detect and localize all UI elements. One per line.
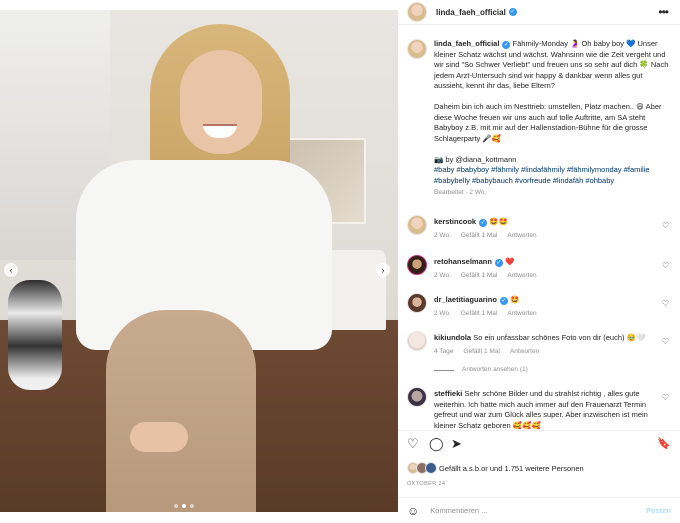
likes-summary[interactable]: Gefällt a.s.b.or und 1.751 weitere Perso…	[407, 462, 584, 474]
comment-input[interactable]	[428, 505, 633, 516]
likers-avatars	[407, 462, 437, 474]
comment-time: 4 Tage	[434, 347, 454, 355]
author-avatar[interactable]	[407, 2, 427, 22]
comment-text: So ein unfassbar schönes Foto von dir (e…	[473, 333, 646, 342]
person-hand	[130, 422, 188, 452]
comment-time: 2 Wo.	[434, 271, 451, 279]
caption-paragraph-2: Daheim bin ich auch im Nesttrieb: umstel…	[434, 102, 662, 143]
post-photo[interactable]: ‹ ›	[0, 10, 398, 512]
comment-text: 🤩	[510, 295, 520, 304]
stool	[8, 280, 62, 390]
like-comment-heart-icon[interactable]: ♡	[662, 261, 669, 270]
commenter-username[interactable]: dr_laetitiaguarino	[434, 295, 497, 304]
more-options-icon[interactable]: •••	[658, 5, 669, 19]
share-icon[interactable]: ➤	[451, 437, 462, 451]
caption-username[interactable]: linda_faeh_official	[434, 39, 499, 48]
post-sidebar: linda_faeh_official ✓ ••• linda_faeh_off…	[398, 0, 680, 522]
carousel-dot	[174, 504, 178, 508]
like-comment-heart-icon[interactable]: ♡	[662, 299, 669, 308]
post-date: OKTOBER 24	[407, 481, 446, 487]
person-skirt	[106, 310, 256, 512]
carousel-next-button[interactable]: ›	[376, 263, 390, 277]
carousel-dot-active	[182, 504, 186, 508]
caption-meta: Bearbeitet · 2 Wo.	[434, 189, 487, 196]
likes-text: Gefällt a.s.b.or und 1.751 weitere Perso…	[439, 463, 584, 473]
verified-badge-icon: ✓	[499, 297, 508, 305]
comment-text: ❤️	[505, 257, 515, 266]
caption-avatar[interactable]	[407, 39, 427, 59]
commenter-username[interactable]: steffieki	[434, 389, 462, 398]
photo-credit: 📷 by @diana_kottmann	[434, 154, 517, 164]
like-comment-heart-icon[interactable]: ♡	[662, 393, 669, 402]
commenter-avatar[interactable]	[407, 255, 427, 275]
bookmark-icon[interactable]: 🔖	[657, 437, 671, 451]
add-comment-bar: ☺ Posten	[398, 497, 680, 523]
post-actions: ♡ ◯ ➤ 🔖 Gefällt a.s.b.or und 1.751 weite…	[398, 430, 680, 491]
verified-badge-icon: ✓	[502, 41, 511, 49]
carousel-dot	[190, 504, 194, 508]
commenter-username[interactable]: kikiundola	[434, 333, 471, 342]
verified-badge-icon: ✓	[508, 8, 517, 16]
carousel-prev-button[interactable]: ‹	[4, 263, 18, 277]
hashtags[interactable]: #baby #babyboy #fähmily #lindafähmily #f…	[434, 165, 670, 186]
author-username[interactable]: linda_faeh_official	[436, 8, 506, 17]
commenter-username[interactable]: kerstincook	[434, 217, 476, 226]
comment-icon[interactable]: ◯	[429, 437, 444, 451]
view-replies-label: Antworten ansehen (1)	[462, 366, 528, 373]
comment-likes[interactable]: Gefällt 1 Mal	[461, 231, 498, 242]
comments-scroll[interactable]: linda_faeh_official ✓ Fähmily-Monday 🤰 Oh…	[398, 25, 680, 429]
commenter-avatar[interactable]	[407, 293, 427, 313]
reply-button[interactable]: Antworten	[507, 309, 536, 320]
reply-button[interactable]: Antworten	[510, 347, 539, 358]
liker-avatar	[425, 462, 437, 474]
verified-badge-icon: ✓	[494, 259, 503, 267]
reply-button[interactable]: Antworten	[507, 271, 536, 282]
comment-text: Sehr schöne Bilder und du strahlst richt…	[434, 389, 648, 429]
commenter-username[interactable]: retohanselmann	[434, 257, 492, 266]
comment-text: 🤩🤩	[489, 217, 508, 226]
view-replies-button[interactable]: Antworten ansehen (1)	[434, 365, 656, 376]
commenter-avatar[interactable]	[407, 331, 427, 351]
person-face	[180, 50, 262, 154]
emoji-icon[interactable]: ☺	[407, 504, 419, 518]
comment-time: 2 Wo.	[434, 231, 451, 239]
commenter-avatar[interactable]	[407, 387, 427, 407]
comment-likes[interactable]: Gefällt 1 Mal	[461, 309, 498, 320]
reply-button[interactable]: Antworten	[507, 231, 536, 242]
comment-time: 2 Wo.	[434, 309, 451, 317]
comment-likes[interactable]: Gefällt 1 Mal	[461, 271, 498, 282]
commenter-avatar[interactable]	[407, 215, 427, 235]
verified-badge-icon: ✓	[479, 219, 488, 227]
post-header: linda_faeh_official ✓ •••	[398, 0, 680, 25]
like-comment-heart-icon[interactable]: ♡	[662, 221, 669, 230]
post-comment-button[interactable]: Posten	[646, 506, 671, 515]
carousel-dots	[174, 504, 194, 508]
divider	[434, 369, 454, 371]
like-heart-icon[interactable]: ♡	[407, 437, 419, 451]
comment-likes[interactable]: Gefällt 1 Mal	[463, 347, 500, 358]
like-comment-heart-icon[interactable]: ♡	[662, 337, 669, 346]
